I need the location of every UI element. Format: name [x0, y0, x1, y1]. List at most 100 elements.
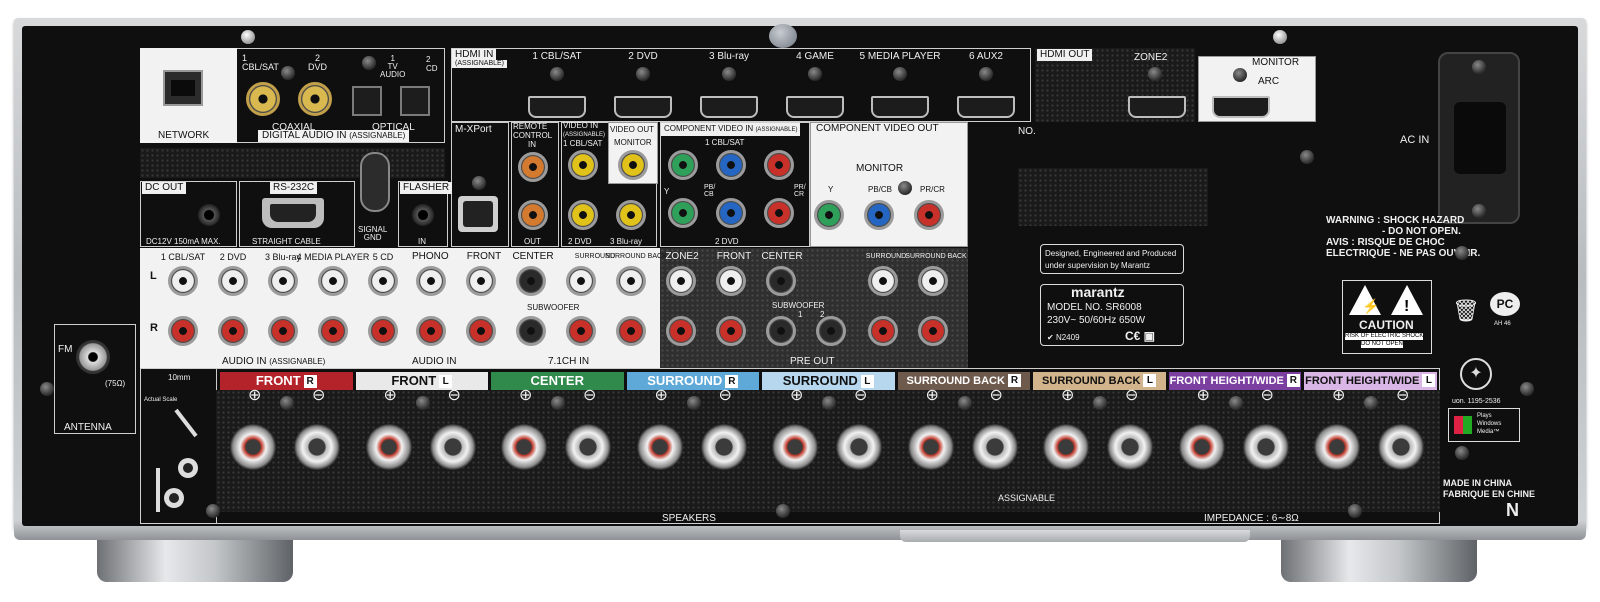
- network-label: NETWORK: [158, 130, 210, 141]
- optical-2-port[interactable]: [400, 86, 430, 116]
- audio-in-3-l-jack[interactable]: [268, 266, 298, 296]
- speaker-post-3-plus[interactable]: [501, 424, 547, 470]
- top-screw-right: [1273, 30, 1287, 44]
- audio-in-3-r-jack[interactable]: [268, 316, 298, 346]
- hdmi-out-zone2-port[interactable]: [1128, 96, 1186, 118]
- coaxial-1-jack[interactable]: [246, 82, 280, 116]
- speaker-post-5-plus[interactable]: [772, 424, 818, 470]
- speaker-post-6-plus[interactable]: [907, 424, 954, 470]
- video-in-cbl-jack[interactable]: [568, 150, 598, 180]
- coaxial-2-jack[interactable]: [298, 82, 332, 116]
- speaker-post-6-minus[interactable]: [971, 424, 1018, 470]
- screw: [808, 67, 822, 81]
- multi-in-surround-r-jack[interactable]: [566, 316, 596, 346]
- audio-in-4-l-jack[interactable]: [318, 266, 348, 296]
- audio-in-5-r-jack[interactable]: [368, 316, 398, 346]
- hdmi-out-monitor-port[interactable]: [1212, 96, 1270, 118]
- pre-out-surround-r-jack[interactable]: [868, 316, 898, 346]
- speaker-post-1-minus[interactable]: [294, 424, 340, 470]
- multi-in-subwoofer-jack[interactable]: [516, 316, 546, 346]
- comp-out-pr[interactable]: [914, 200, 944, 230]
- pre-out-surround-l-jack[interactable]: [868, 266, 898, 296]
- signal-gnd-terminal[interactable]: [360, 152, 390, 212]
- remote-in-jack[interactable]: [518, 152, 548, 182]
- speaker-post-9-minus[interactable]: [1378, 424, 1424, 470]
- dc-out-jack[interactable]: [198, 204, 220, 226]
- pre-out-zone2-r-jack[interactable]: [666, 316, 696, 346]
- pre-out-surround-back-r-jack[interactable]: [918, 316, 948, 346]
- speaker-post-8-plus[interactable]: [1178, 424, 1225, 470]
- comp-in-dvd-y[interactable]: [668, 198, 698, 228]
- pre-out-subwoofer-1-jack[interactable]: [766, 316, 796, 346]
- windows-text: Plays Windows Media™: [1477, 413, 1502, 435]
- comp-in-cbl-y[interactable]: [668, 150, 698, 180]
- pre-out-front-r-jack[interactable]: [716, 316, 746, 346]
- multi-in-surround-back-r-jack[interactable]: [616, 316, 646, 346]
- comp-in-cbl-pb[interactable]: [716, 150, 746, 180]
- audio-in-5-l-jack[interactable]: [368, 266, 398, 296]
- multi-in-surround-l-jack[interactable]: [566, 266, 596, 296]
- speaker-post-2-plus[interactable]: [365, 424, 412, 470]
- speaker-post-3-minus[interactable]: [565, 424, 611, 470]
- pre-out-center-jack[interactable]: [766, 266, 796, 296]
- speaker-post-1-plus[interactable]: [230, 424, 276, 470]
- rs232c-port[interactable]: [262, 198, 324, 228]
- screw: [1455, 446, 1469, 460]
- comp-in-dvd-pr[interactable]: [764, 198, 794, 228]
- audio-in-1-r-jack[interactable]: [168, 316, 198, 346]
- optical-1-port[interactable]: [352, 86, 382, 116]
- pre-out-subwoofer-2-jack[interactable]: [816, 316, 846, 346]
- comp-in-dvd-pb[interactable]: [716, 198, 746, 228]
- speaker-post-7-minus[interactable]: [1107, 424, 1153, 470]
- hdmi-in-port-6[interactable]: [957, 96, 1015, 118]
- remote-out-jack[interactable]: [518, 200, 548, 230]
- hdmi-in-port-4[interactable]: [786, 96, 844, 118]
- speaker-post-4-plus[interactable]: [636, 424, 683, 470]
- phono-r-jack[interactable]: [416, 316, 446, 346]
- comp-out-pb[interactable]: [864, 200, 894, 230]
- speaker-post-9-plus[interactable]: [1314, 424, 1360, 470]
- speaker-band-label: FRONT HEIGHT/WIDE: [1305, 375, 1420, 387]
- speaker-post-5-minus[interactable]: [836, 424, 882, 470]
- hdmi-in-label-2: 2 DVD: [628, 51, 658, 62]
- pre-out-surround-back-l-jack[interactable]: [918, 266, 948, 296]
- hdmi-in-port-2[interactable]: [614, 96, 672, 118]
- multi-in-surround-back-l-jack[interactable]: [616, 266, 646, 296]
- remote-in-label: IN: [528, 140, 536, 149]
- audio-in-4-r-jack[interactable]: [318, 316, 348, 346]
- comp-in-cbl-pr[interactable]: [764, 150, 794, 180]
- video-in-bluray-label: 3 Blu-ray: [610, 237, 643, 246]
- audio-in-2-l-jack[interactable]: [218, 266, 248, 296]
- flasher-jack[interactable]: [412, 204, 434, 226]
- speaker-band-label: CENTER: [530, 373, 584, 388]
- video-in-bluray-jack[interactable]: [616, 200, 646, 230]
- audio-in-2-r-jack[interactable]: [218, 316, 248, 346]
- hdmi-in-port-3[interactable]: [700, 96, 758, 118]
- video-in-dvd-jack[interactable]: [568, 200, 598, 230]
- pre-out-label-2: FRONT: [716, 251, 752, 262]
- fm-antenna-jack[interactable]: [76, 340, 110, 374]
- multi-in-center-jack[interactable]: [516, 266, 546, 296]
- right-foot: [1281, 540, 1477, 582]
- speaker-post-2-minus[interactable]: [429, 424, 476, 470]
- plus-terminal-icon: ⊕: [1061, 387, 1075, 404]
- video-out-monitor-jack[interactable]: [618, 150, 648, 180]
- multi-in-front-r-jack[interactable]: [466, 316, 496, 346]
- multi-in-front-l-jack[interactable]: [466, 266, 496, 296]
- m-xport-port[interactable]: [458, 196, 498, 232]
- audio-in-1-l-jack[interactable]: [168, 266, 198, 296]
- speaker-post-7-plus[interactable]: [1043, 424, 1089, 470]
- comp-out-y[interactable]: [814, 200, 844, 230]
- speaker-post-4-minus[interactable]: [700, 424, 747, 470]
- pre-out-zone2-l-jack[interactable]: [666, 266, 696, 296]
- top-screw-left: [241, 30, 255, 44]
- phono-l-jack[interactable]: [416, 266, 446, 296]
- hdmi-in-port-5[interactable]: [871, 96, 929, 118]
- hdmi-in-port-1[interactable]: [528, 96, 586, 118]
- network-port[interactable]: [163, 70, 203, 106]
- speaker-band-label: SURROUND: [782, 373, 858, 388]
- speaker-band-label: SURROUND: [647, 373, 723, 388]
- pre-out-front-l-jack[interactable]: [716, 266, 746, 296]
- ac-inlet[interactable]: [1438, 52, 1520, 224]
- speaker-post-8-minus[interactable]: [1242, 424, 1289, 470]
